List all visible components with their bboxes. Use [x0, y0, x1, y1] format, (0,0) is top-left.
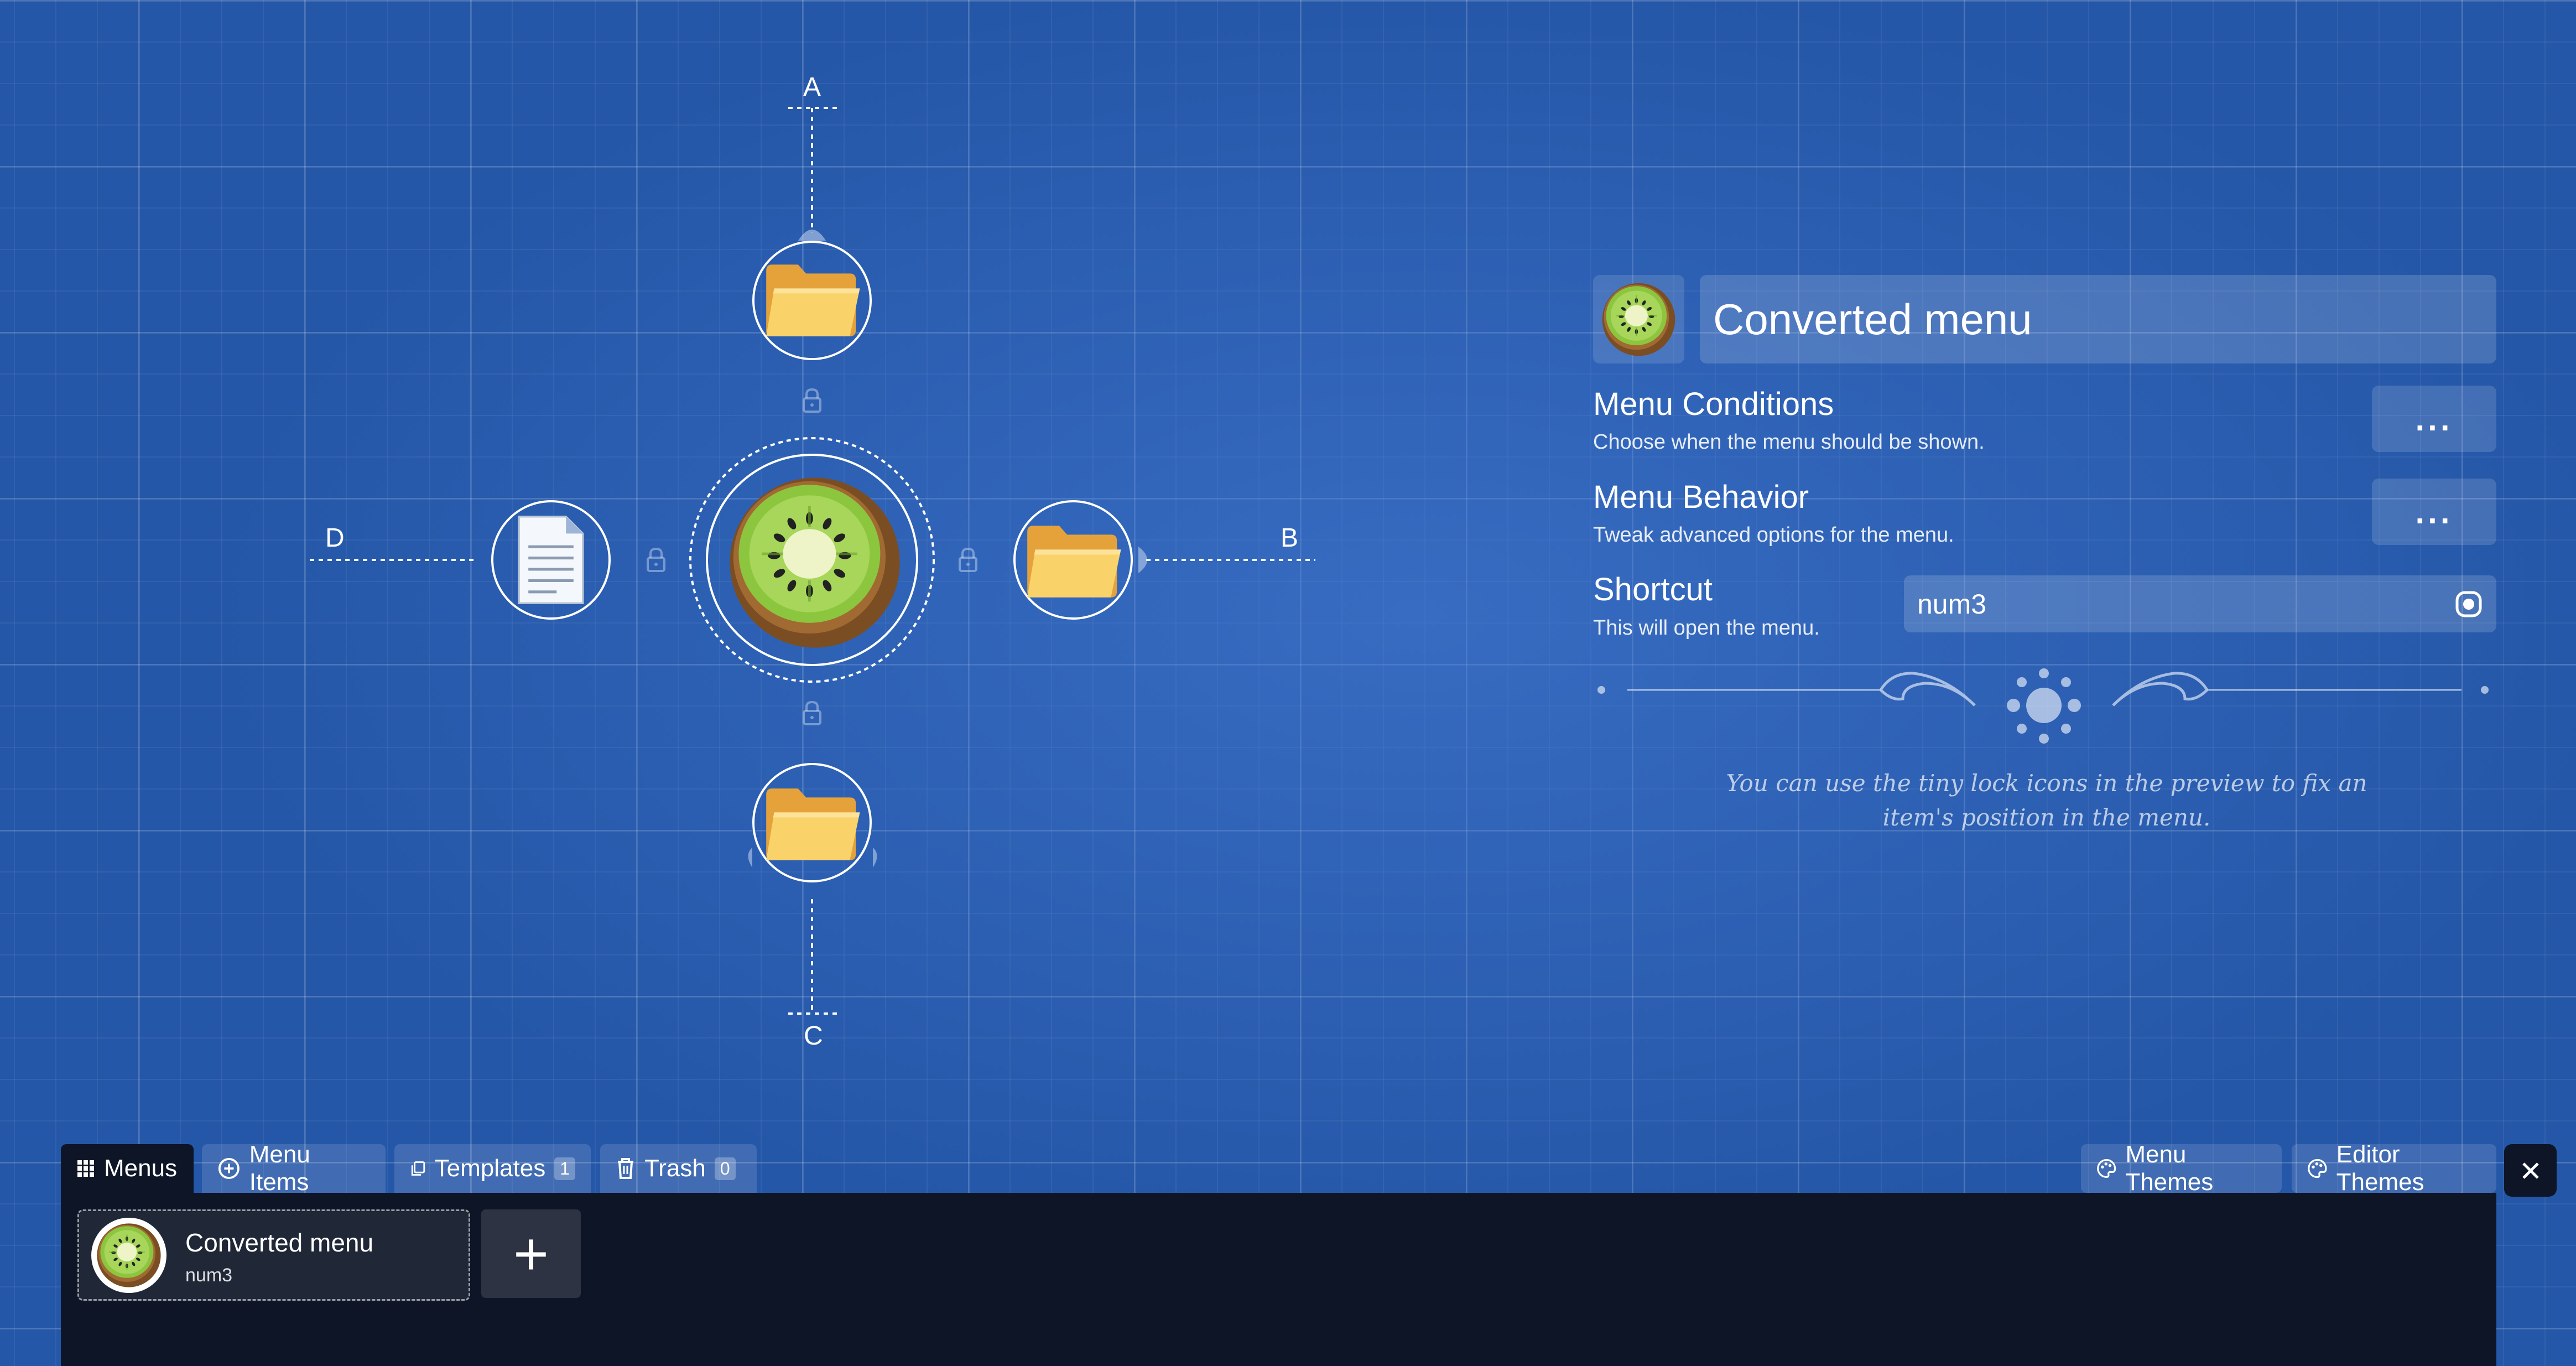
preview-item-right[interactable]: [1023, 517, 1123, 606]
ornament-divider: [1597, 668, 2489, 744]
menu-behavior-desc: Tweak advanced options for the menu.: [1593, 523, 1954, 547]
menu-card-avatar: [91, 1218, 166, 1293]
menu-behavior-button[interactable]: ...: [2372, 479, 2496, 545]
trash-count-badge: 0: [714, 1157, 736, 1180]
add-menu-button[interactable]: +: [481, 1209, 581, 1298]
grid-icon: [77, 1160, 94, 1177]
preview-item-left[interactable]: [512, 513, 590, 607]
tab-trash-label: Trash: [644, 1155, 706, 1182]
kiwi-icon: [96, 1222, 162, 1289]
menu-preview: A B C D: [0, 0, 1438, 1107]
trash-icon: [618, 1158, 633, 1179]
shortcut-value: num3: [1917, 588, 1987, 620]
slot-label-a: A: [803, 72, 821, 102]
tab-menu-themes-label: Menu Themes: [2125, 1141, 2214, 1196]
tab-templates-label: Templates: [434, 1155, 546, 1182]
preview-item-bottom[interactable]: [762, 780, 862, 869]
shortcut-desc: This will open the menu.: [1593, 616, 1820, 640]
menu-behavior-title: Menu Behavior: [1593, 479, 1809, 515]
templates-count-badge: 1: [554, 1157, 575, 1180]
folder-icon: [1023, 517, 1123, 606]
menu-conditions-desc: Choose when the menu should be shown.: [1593, 430, 1985, 454]
copy-icon: [411, 1161, 425, 1176]
menu-name-input[interactable]: Converted menu: [1700, 275, 2496, 363]
record-icon[interactable]: [2454, 590, 2483, 619]
slot-label-b: B: [1281, 523, 1299, 553]
menu-conditions-title: Menu Conditions: [1593, 386, 1834, 422]
menu-card-shortcut: num3: [185, 1265, 233, 1286]
folder-icon: [762, 780, 862, 869]
preview-item-top[interactable]: [762, 256, 862, 345]
lock-icon[interactable]: [801, 387, 823, 414]
close-icon: [2522, 1162, 2539, 1179]
palette-icon: [2308, 1159, 2327, 1178]
add-circle-icon: [218, 1158, 240, 1179]
lock-icon[interactable]: [645, 547, 667, 573]
menu-card-name: Converted menu: [185, 1228, 374, 1257]
menu-conditions-button[interactable]: ...: [2372, 386, 2496, 452]
slot-label-d: D: [325, 523, 345, 553]
tab-menu-items-label: Menu Items: [249, 1141, 310, 1196]
menu-name-value: Converted menu: [1713, 294, 2032, 344]
preview-connectors: [310, 107, 1315, 1015]
lock-icon[interactable]: [957, 547, 979, 573]
preview-center-item[interactable]: [726, 474, 903, 651]
lock-hint-text: You can use the tiny lock icons in the p…: [1726, 770, 2367, 831]
tab-menu-items[interactable]: Menu Items: [202, 1141, 386, 1196]
tab-editor-themes[interactable]: Editor Themes: [2292, 1141, 2496, 1196]
shortcut-input[interactable]: num3: [1904, 575, 2496, 632]
tab-trash[interactable]: Trash 0: [600, 1144, 757, 1193]
palette-icon: [2097, 1159, 2116, 1178]
kiwi-icon: [1601, 282, 1677, 357]
menu-icon-button[interactable]: [1593, 275, 1684, 363]
menu-card[interactable]: Converted menu num3: [77, 1209, 470, 1301]
document-icon: [512, 513, 590, 607]
tab-menu-themes[interactable]: Menu Themes: [2081, 1141, 2282, 1196]
tab-menus[interactable]: Menus: [61, 1144, 194, 1193]
shortcut-title: Shortcut: [1593, 572, 1713, 607]
kiwi-icon: [726, 474, 903, 651]
close-button[interactable]: [2504, 1144, 2557, 1197]
slot-label-c: C: [804, 1021, 823, 1051]
lock-icon[interactable]: [801, 700, 823, 726]
tab-templates[interactable]: Templates 1: [394, 1144, 591, 1193]
folder-icon: [762, 256, 862, 345]
tab-menus-label: Menus: [104, 1155, 178, 1182]
tab-editor-themes-label: Editor Themes: [2336, 1141, 2424, 1196]
